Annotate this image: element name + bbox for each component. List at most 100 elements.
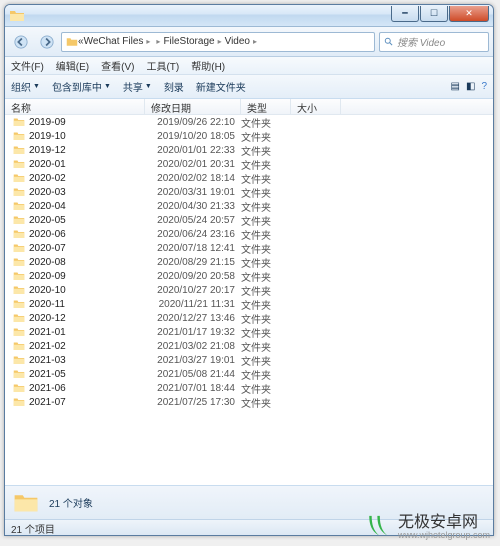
folder-icon bbox=[13, 159, 25, 169]
menu-file[interactable]: 文件(F) bbox=[11, 58, 44, 73]
file-date: 2020/02/01 20:31 bbox=[145, 159, 241, 170]
file-name: 2020-08 bbox=[29, 257, 145, 268]
view-options-icon[interactable]: ▤ bbox=[451, 81, 460, 92]
menu-help[interactable]: 帮助(H) bbox=[191, 58, 225, 73]
chevron-right-icon[interactable]: ▸ bbox=[218, 37, 222, 46]
file-type: 文件夹 bbox=[241, 283, 291, 298]
command-bar: 组织▼ 包含到库中▼ 共享▼ 刻录 新建文件夹 ▤ ◧ ? bbox=[5, 75, 493, 99]
folder-icon bbox=[13, 327, 25, 337]
list-item[interactable]: 2021-032021/03/27 19:01文件夹 bbox=[5, 353, 493, 367]
burn-button[interactable]: 刻录 bbox=[164, 79, 184, 94]
file-type: 文件夹 bbox=[241, 269, 291, 284]
forward-button[interactable] bbox=[35, 30, 59, 54]
menu-tools[interactable]: 工具(T) bbox=[146, 58, 179, 73]
file-name: 2020-02 bbox=[29, 173, 145, 184]
file-name: 2019-10 bbox=[29, 131, 145, 142]
file-name: 2019-09 bbox=[29, 117, 145, 128]
list-item[interactable]: 2019-092019/09/26 22:10文件夹 bbox=[5, 115, 493, 129]
folder-icon bbox=[13, 201, 25, 211]
folder-icon bbox=[13, 243, 25, 253]
organize-button[interactable]: 组织▼ bbox=[11, 79, 40, 94]
file-type: 文件夹 bbox=[241, 143, 291, 158]
file-list[interactable]: 2019-092019/09/26 22:10文件夹2019-102019/10… bbox=[5, 115, 493, 483]
file-type: 文件夹 bbox=[241, 255, 291, 270]
status-bar: 21 个项目 bbox=[5, 519, 493, 535]
preview-pane-icon[interactable]: ◧ bbox=[466, 81, 475, 92]
file-name: 2021-07 bbox=[29, 397, 145, 408]
file-name: 2021-03 bbox=[29, 355, 145, 366]
list-item[interactable]: 2021-072021/07/25 17:30文件夹 bbox=[5, 395, 493, 409]
list-item[interactable]: 2021-062021/07/01 18:44文件夹 bbox=[5, 381, 493, 395]
list-item[interactable]: 2020-092020/09/20 20:58文件夹 bbox=[5, 269, 493, 283]
col-date[interactable]: 修改日期 bbox=[145, 99, 241, 114]
folder-icon bbox=[13, 131, 25, 141]
list-item[interactable]: 2021-052021/05/08 21:44文件夹 bbox=[5, 367, 493, 381]
file-date: 2021/01/17 19:32 bbox=[145, 327, 241, 338]
share-button[interactable]: 共享▼ bbox=[123, 79, 152, 94]
breadcrumb[interactable]: FileStorage bbox=[163, 36, 214, 47]
file-name: 2021-02 bbox=[29, 341, 145, 352]
col-type[interactable]: 类型 bbox=[241, 99, 291, 114]
folder-icon bbox=[13, 187, 25, 197]
folder-icon bbox=[13, 383, 25, 393]
menu-view[interactable]: 查看(V) bbox=[101, 58, 134, 73]
folder-icon bbox=[13, 145, 25, 155]
file-name: 2020-09 bbox=[29, 271, 145, 282]
file-name: 2021-06 bbox=[29, 383, 145, 394]
window-titlebar[interactable]: ━ ☐ ✕ bbox=[5, 5, 493, 27]
chevron-right-icon[interactable]: ▸ bbox=[146, 37, 150, 46]
list-item[interactable]: 2020-062020/06/24 23:16文件夹 bbox=[5, 227, 493, 241]
file-type: 文件夹 bbox=[241, 325, 291, 340]
search-input[interactable]: 搜索 Video bbox=[379, 32, 489, 52]
breadcrumb[interactable]: WeChat Files bbox=[84, 36, 144, 47]
file-type: 文件夹 bbox=[241, 241, 291, 256]
list-item[interactable]: 2019-102019/10/20 18:05文件夹 bbox=[5, 129, 493, 143]
list-item[interactable]: 2021-022021/03/02 21:08文件夹 bbox=[5, 339, 493, 353]
file-date: 2020/04/30 21:33 bbox=[145, 201, 241, 212]
list-item[interactable]: 2020-102020/10/27 20:17文件夹 bbox=[5, 283, 493, 297]
help-icon[interactable]: ? bbox=[481, 81, 487, 92]
list-item[interactable]: 2020-052020/05/24 20:57文件夹 bbox=[5, 213, 493, 227]
minimize-button[interactable]: ━ bbox=[391, 6, 419, 22]
list-item[interactable]: 2020-032020/03/31 19:01文件夹 bbox=[5, 185, 493, 199]
list-item[interactable]: 2020-082020/08/29 21:15文件夹 bbox=[5, 255, 493, 269]
menu-edit[interactable]: 编辑(E) bbox=[56, 58, 89, 73]
file-type: 文件夹 bbox=[241, 185, 291, 200]
close-button[interactable]: ✕ bbox=[449, 6, 489, 22]
address-bar[interactable]: « WeChat Files ▸ ▸ FileStorage ▸ Video ▸ bbox=[61, 32, 375, 52]
col-name[interactable]: 名称 bbox=[5, 99, 145, 114]
chevron-right-icon[interactable]: ▸ bbox=[253, 37, 257, 46]
folder-icon bbox=[13, 397, 25, 407]
details-pane: 21 个对象 bbox=[5, 485, 493, 519]
list-item[interactable]: 2020-072020/07/18 12:41文件夹 bbox=[5, 241, 493, 255]
list-item[interactable]: 2021-012021/01/17 19:32文件夹 bbox=[5, 325, 493, 339]
maximize-button[interactable]: ☐ bbox=[420, 6, 448, 22]
list-item[interactable]: 2020-012020/02/01 20:31文件夹 bbox=[5, 157, 493, 171]
file-date: 2020/01/01 22:33 bbox=[145, 145, 241, 156]
col-size[interactable]: 大小 bbox=[291, 99, 341, 114]
newfolder-button[interactable]: 新建文件夹 bbox=[196, 79, 246, 94]
folder-icon bbox=[13, 285, 25, 295]
back-button[interactable] bbox=[9, 30, 33, 54]
breadcrumb[interactable]: Video bbox=[225, 36, 250, 47]
folder-icon bbox=[13, 369, 25, 379]
folder-icon bbox=[13, 492, 39, 514]
file-date: 2020/12/27 13:46 bbox=[145, 313, 241, 324]
file-type: 文件夹 bbox=[241, 213, 291, 228]
list-item[interactable]: 2020-022020/02/02 18:14文件夹 bbox=[5, 171, 493, 185]
file-date: 2020/03/31 19:01 bbox=[145, 187, 241, 198]
file-name: 2020-05 bbox=[29, 215, 145, 226]
list-item[interactable]: 2019-122020/01/01 22:33文件夹 bbox=[5, 143, 493, 157]
list-item[interactable]: 2020-122020/12/27 13:46文件夹 bbox=[5, 311, 493, 325]
file-date: 2019/10/20 18:05 bbox=[145, 131, 241, 142]
list-item[interactable]: 2020-112020/11/21 11:31文件夹 bbox=[5, 297, 493, 311]
file-date: 2019/09/26 22:10 bbox=[145, 117, 241, 128]
file-name: 2021-01 bbox=[29, 327, 145, 338]
include-button[interactable]: 包含到库中▼ bbox=[52, 79, 111, 94]
search-icon bbox=[384, 37, 394, 47]
chevron-right-icon[interactable]: ▸ bbox=[156, 37, 160, 46]
file-name: 2020-07 bbox=[29, 243, 145, 254]
file-date: 2021/05/08 21:44 bbox=[145, 369, 241, 380]
list-item[interactable]: 2020-042020/04/30 21:33文件夹 bbox=[5, 199, 493, 213]
file-date: 2020/09/20 20:58 bbox=[145, 271, 241, 282]
